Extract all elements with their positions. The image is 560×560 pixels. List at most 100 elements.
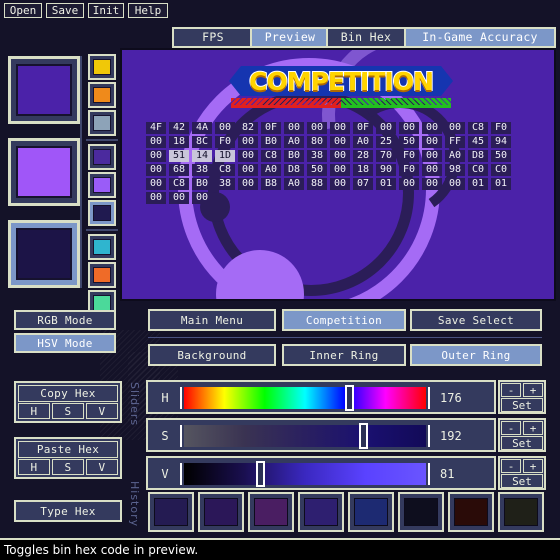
hsv-mode-button[interactable]: HSV Mode	[14, 333, 116, 353]
hex-cell-3-13: 98	[445, 164, 465, 176]
hex-cell-4-9: 07	[353, 178, 373, 190]
tab-in-game-accuracy[interactable]: In-Game Accuracy	[404, 27, 556, 48]
history-swatch-3[interactable]	[248, 492, 294, 532]
history-swatch-4[interactable]	[298, 492, 344, 532]
copy-hex-panel: Copy Hex H S V	[14, 381, 122, 423]
large-swatch-3-color	[16, 228, 72, 280]
paste-hex-s-button[interactable]: S	[52, 459, 84, 475]
copy-hex-s-button[interactable]: S	[52, 403, 84, 419]
hex-cell-3-15: C0	[491, 164, 511, 176]
hex-cell-4-6: A0	[284, 178, 304, 190]
small-swatch-0-1[interactable]	[88, 82, 116, 108]
slider-h-knob[interactable]	[344, 385, 354, 411]
history-swatch-6-color	[404, 498, 438, 526]
slider-s-cap-left	[180, 425, 182, 447]
rgb-mode-button[interactable]: RGB Mode	[14, 310, 116, 330]
hex-cell-4-4: 00	[238, 178, 258, 190]
menu-item-open[interactable]: Open	[4, 3, 42, 18]
screen-tab-main-menu[interactable]: Main Menu	[148, 309, 276, 331]
paste-hex-v-button[interactable]: V	[86, 459, 118, 475]
tab-preview[interactable]: Preview	[250, 27, 330, 48]
element-tab-inner-ring[interactable]: Inner Ring	[282, 344, 406, 366]
hex-cell-2-13: A0	[445, 150, 465, 162]
element-tab-background[interactable]: Background	[148, 344, 276, 366]
slider-v-cap-left	[180, 463, 182, 485]
paste-hex-button[interactable]: Paste Hex	[18, 441, 118, 458]
small-swatch-1-0-color	[93, 149, 111, 165]
slider-v-knob[interactable]	[256, 461, 266, 487]
slider-s-track[interactable]	[180, 423, 430, 449]
menu-item-help[interactable]: Help	[128, 3, 168, 18]
hex-cell-1-11: 50	[399, 136, 419, 148]
small-swatch-2-1[interactable]	[88, 262, 116, 288]
hex-cell-2-11: F0	[399, 150, 419, 162]
hex-cell-0-12: 00	[422, 122, 442, 134]
history-swatch-1[interactable]	[148, 492, 194, 532]
slider-s-knob[interactable]	[358, 423, 368, 449]
sliders-section-label: Sliders	[128, 382, 141, 427]
slider-h-track[interactable]	[180, 385, 430, 411]
slider-row-v: V 81	[146, 456, 496, 490]
screen-tab-competition[interactable]: Competition	[282, 309, 406, 331]
hex-dump-overlay: 4F 42 4A 00 82 0F 00 00 00 0F 00 00 00 00 C8 F0 00 18 8C F0…	[146, 122, 546, 206]
screen-tab-save-select[interactable]: Save Select	[410, 309, 542, 331]
history-swatch-2[interactable]	[198, 492, 244, 532]
small-swatch-1-0[interactable]	[88, 144, 116, 170]
small-swatch-2-0[interactable]	[88, 234, 116, 260]
slider-h-set-button[interactable]: Set	[501, 398, 543, 412]
large-swatch-1[interactable]	[8, 56, 80, 124]
slider-s-set-button[interactable]: Set	[501, 436, 543, 450]
hex-cell-0-14: C8	[468, 122, 488, 134]
slider-v-set-button[interactable]: Set	[501, 474, 543, 488]
slider-v-minus-button[interactable]: -	[501, 459, 521, 473]
slider-v-plus-button[interactable]: +	[523, 459, 543, 473]
history-swatch-8[interactable]	[498, 492, 544, 532]
status-bar: Toggles bin hex code in preview.	[0, 538, 560, 560]
paste-hex-h-button[interactable]: H	[18, 459, 50, 475]
slider-h-minus-button[interactable]: -	[501, 383, 521, 397]
history-swatch-5[interactable]	[348, 492, 394, 532]
small-swatch-0-2[interactable]	[88, 110, 116, 136]
hex-cell-4-12: 00	[422, 178, 442, 190]
hex-cell-2-4: 00	[238, 150, 258, 162]
type-hex-button[interactable]: Type Hex	[14, 500, 122, 522]
large-swatch-2[interactable]	[8, 138, 80, 206]
hex-cell-3-0: 00	[146, 164, 166, 176]
copy-hex-v-button[interactable]: V	[86, 403, 118, 419]
small-swatch-0-1-color	[93, 87, 111, 103]
slider-v-track[interactable]	[180, 461, 430, 487]
hex-cell-3-1: 68	[169, 164, 189, 176]
hex-cell-2-14: D8	[468, 150, 488, 162]
hex-cell-1-0: 00	[146, 136, 166, 148]
hex-cell-3-9: 18	[353, 164, 373, 176]
history-swatch-4-color	[304, 498, 338, 526]
slider-v-cap-right	[428, 463, 430, 485]
slider-h-plus-button[interactable]: +	[523, 383, 543, 397]
hex-cell-4-10: 01	[376, 178, 396, 190]
hex-cell-0-2: 4A	[192, 122, 212, 134]
history-swatch-6[interactable]	[398, 492, 444, 532]
tab-bin-hex[interactable]: Bin Hex	[326, 27, 406, 48]
slider-s-plus-button[interactable]: +	[523, 421, 543, 435]
tab-fps[interactable]: FPS	[172, 27, 254, 48]
large-swatch-3[interactable]	[8, 220, 80, 288]
copy-hex-button[interactable]: Copy Hex	[18, 385, 118, 402]
history-swatch-7[interactable]	[448, 492, 494, 532]
slider-s-minus-button[interactable]: -	[501, 421, 521, 435]
hex-cell-1-13: FF	[445, 136, 465, 148]
menu-item-init[interactable]: Init	[88, 3, 124, 18]
hex-cell-3-2: 38	[192, 164, 212, 176]
preview-canvas[interactable]: COMPETITION 4F 42 4A 00 82 0F 00 00 00 0F 00 00 00 00…	[120, 48, 556, 301]
slider-h-cap-right	[428, 387, 430, 409]
hex-cell-1-2: 8C	[192, 136, 212, 148]
hex-cell-5-1: 00	[169, 192, 189, 204]
element-tab-outer-ring[interactable]: Outer Ring	[410, 344, 542, 366]
history-section-label: History	[128, 481, 141, 528]
menu-item-save[interactable]: Save	[46, 3, 84, 18]
copy-hex-h-button[interactable]: H	[18, 403, 50, 419]
slider-s-cap-right	[428, 425, 430, 447]
small-swatch-0-0[interactable]	[88, 54, 116, 80]
hex-row: 4F 42 4A 00 82 0F 00 00 00 0F 00 00 00 00 C8 F0	[146, 122, 546, 134]
small-swatch-1-2[interactable]	[88, 200, 116, 226]
small-swatch-1-1[interactable]	[88, 172, 116, 198]
